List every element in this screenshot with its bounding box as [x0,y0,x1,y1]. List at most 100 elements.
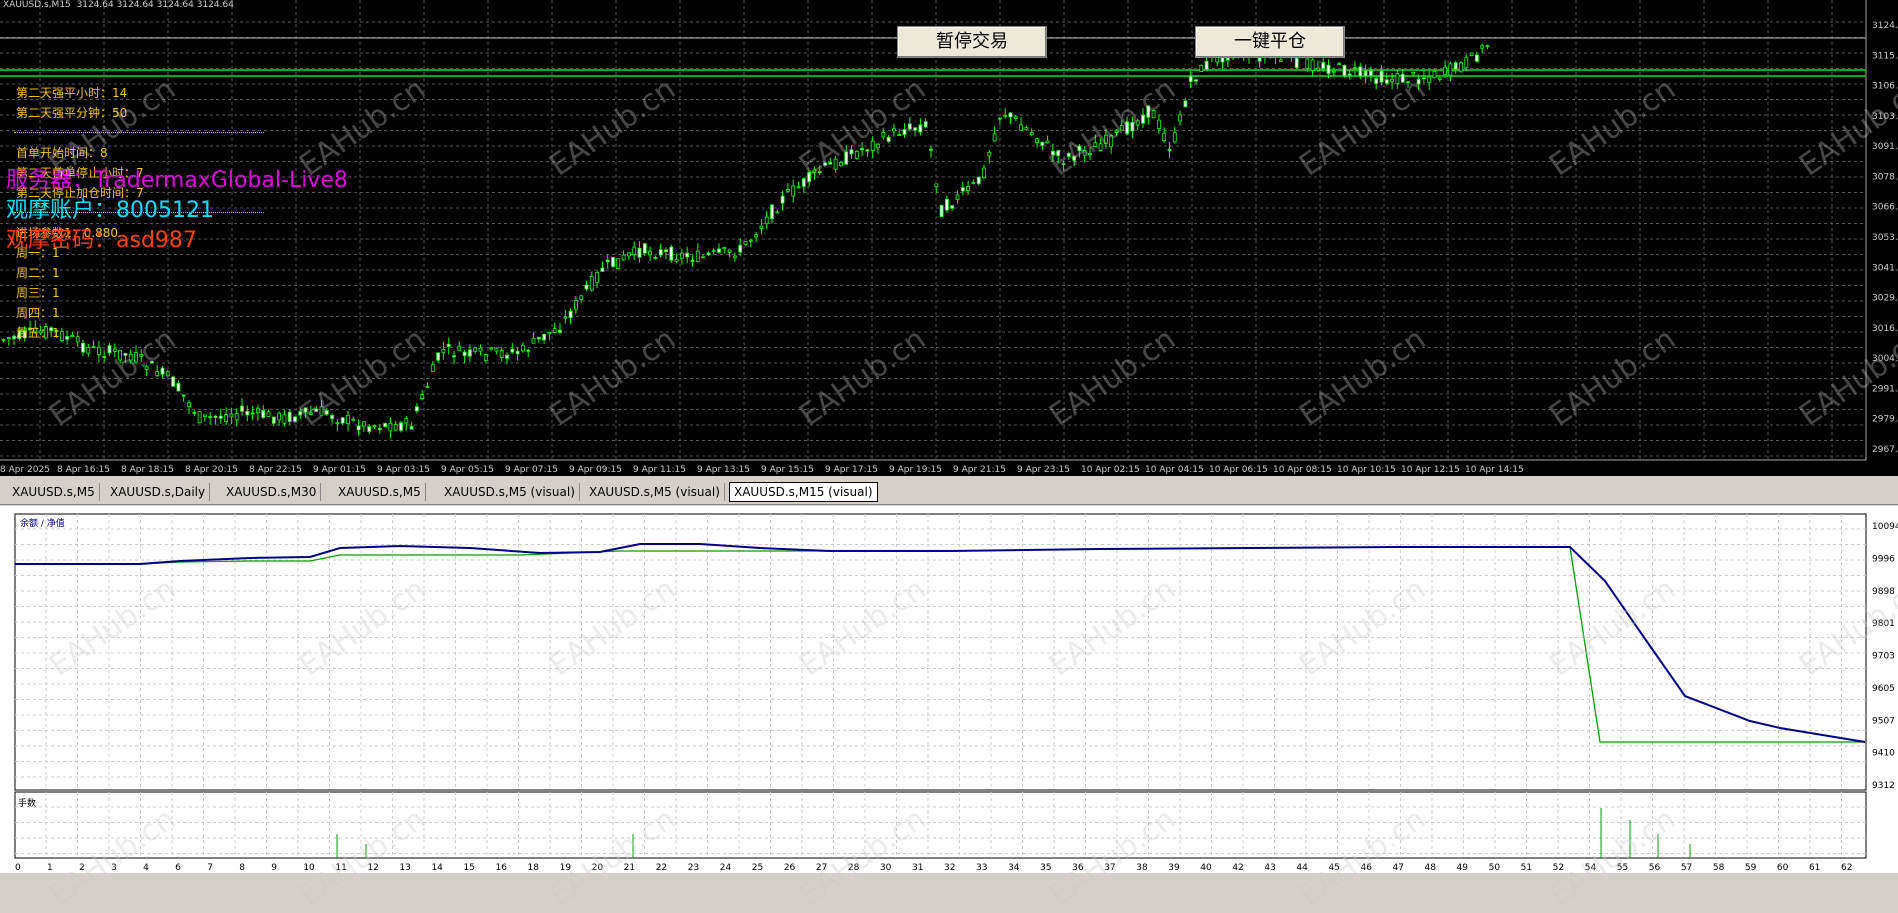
candle-body [1400,73,1405,83]
candle-body [542,333,546,341]
candle-body [695,250,700,262]
candle-body [123,353,128,356]
candle-body [1475,54,1479,62]
candle-body [1104,134,1108,144]
tester-x-tick: 46 [1360,863,1372,873]
candle-body [1167,148,1172,151]
candle-body [372,425,377,428]
time-tick: 9 Apr 19:15 [889,465,942,475]
candle-body [674,258,679,262]
tester-x-tick: 31 [912,863,923,873]
candle-body [303,407,308,413]
candle-body [892,128,896,132]
tester-x-tick: 15 [463,863,474,873]
tester-x-tick: 56 [1649,863,1661,873]
candle-body [833,158,838,170]
candle-body [658,249,663,256]
candle-body [552,328,557,333]
candle-body [558,329,562,333]
indicator-line: 第二天强平小时：14 [16,86,128,100]
tester-x-tick: 54 [1585,863,1597,873]
candle-body [1294,57,1299,69]
candle-body [181,394,186,397]
price-tick: 3078.40 [1872,172,1898,182]
candle-body [775,211,780,214]
candle-body [1066,152,1071,157]
candle-body [584,284,589,290]
price-tick: 3103.8 [1872,112,1898,122]
tester-x-tick: 49 [1457,863,1469,873]
candle-body [319,406,324,416]
tester-x-tick: 0 [15,863,21,873]
candle-body [929,148,933,151]
candle-body [648,250,652,256]
candle-body [1077,145,1082,152]
candle-body [383,422,388,427]
tester-x-tick: 55 [1617,863,1628,873]
candle-body [399,422,403,431]
chart-tabs: XAUUSD.s,M5 XAUUSD.s,Daily XAUUSD.s,M30 XAU… [0,480,1898,505]
candle-body [1045,140,1050,144]
candle-body [425,385,430,388]
pause-trading-button[interactable]: 暂停交易 [897,26,1047,58]
candle-body [356,425,361,431]
time-tick: 10 Apr 10:15 [1337,465,1396,475]
tab-chart[interactable]: XAUUSD.s,M5 (visual) [585,483,725,501]
candle-body [1162,132,1167,142]
candle-body [531,337,536,344]
candle-body [155,371,160,377]
candle-body [1172,132,1177,143]
candle-body [621,254,626,261]
tester-x-tick: 13 [399,863,410,873]
candle-body [118,349,122,361]
candle-body [308,412,313,415]
candle-body [81,342,85,353]
candle-body [1146,105,1151,118]
tester-x-tick: 61 [1809,863,1820,873]
tab-chart[interactable]: XAUUSD.s,M5 [334,483,426,501]
candle-body [255,407,260,414]
indicator-line: 周四：1 [16,306,60,320]
time-tick: 9 Apr 15:15 [761,465,814,475]
balance-equity-graph: 10094999698989801970396059507941093120 1 2… [14,513,1898,873]
candle-body [817,171,822,173]
candle-body [998,117,1002,120]
candle-body [473,347,478,352]
candle-body [1024,127,1029,130]
tab-chart[interactable]: XAUUSD.s,M15 (visual) [729,482,878,502]
candle-body [1369,69,1373,77]
candle-body [1422,77,1426,80]
candle-body [404,418,409,424]
time-tick: 9 Apr 01:15 [313,465,366,475]
time-tick: 9 Apr 03:15 [377,465,430,475]
candle-body [1453,62,1458,70]
price-chart[interactable]: 3124.6 3115.35 3106.2 3103.8 3091.05 3078.40 3… [0,0,1898,476]
tester-x-tick: 38 [1136,863,1148,873]
candle-body [627,252,631,257]
candle-body [1459,62,1463,72]
time-tick: 8 Apr 22:15 [249,465,302,475]
close-all-button[interactable]: 一键平仓 [1195,26,1345,58]
candle-body [240,405,244,412]
candle-body [1331,70,1336,73]
tester-x-tick: 57 [1681,863,1692,873]
candle-body [1029,131,1034,136]
candle-body [764,216,769,225]
server-label: 服务器：TradermaxGlobal-Live8 [6,168,348,193]
candle-body [176,383,181,392]
tester-x-tick: 4 [143,863,149,873]
tab-chart[interactable]: XAUUSD.s,Daily [106,483,211,501]
candle-body [526,349,531,352]
candle-body [340,417,345,424]
tester-x-tick: 2 [79,863,85,873]
candle-body [213,415,218,418]
lots-label: 手数 [18,799,37,809]
tester-x-tick: 34 [1008,863,1020,873]
candlestick-chart[interactable]: 3124.6 3115.35 3106.2 3103.8 3091.05 3078.40 3… [0,0,1898,476]
tab-chart[interactable]: XAUUSD.s,M5 [8,483,100,501]
candle-body [595,272,599,283]
tab-chart[interactable]: XAUUSD.s,M30 [222,483,322,501]
tab-chart[interactable]: XAUUSD.s,M5 (visual) [440,483,580,501]
candle-body [1406,81,1410,84]
candle-body [330,414,335,420]
